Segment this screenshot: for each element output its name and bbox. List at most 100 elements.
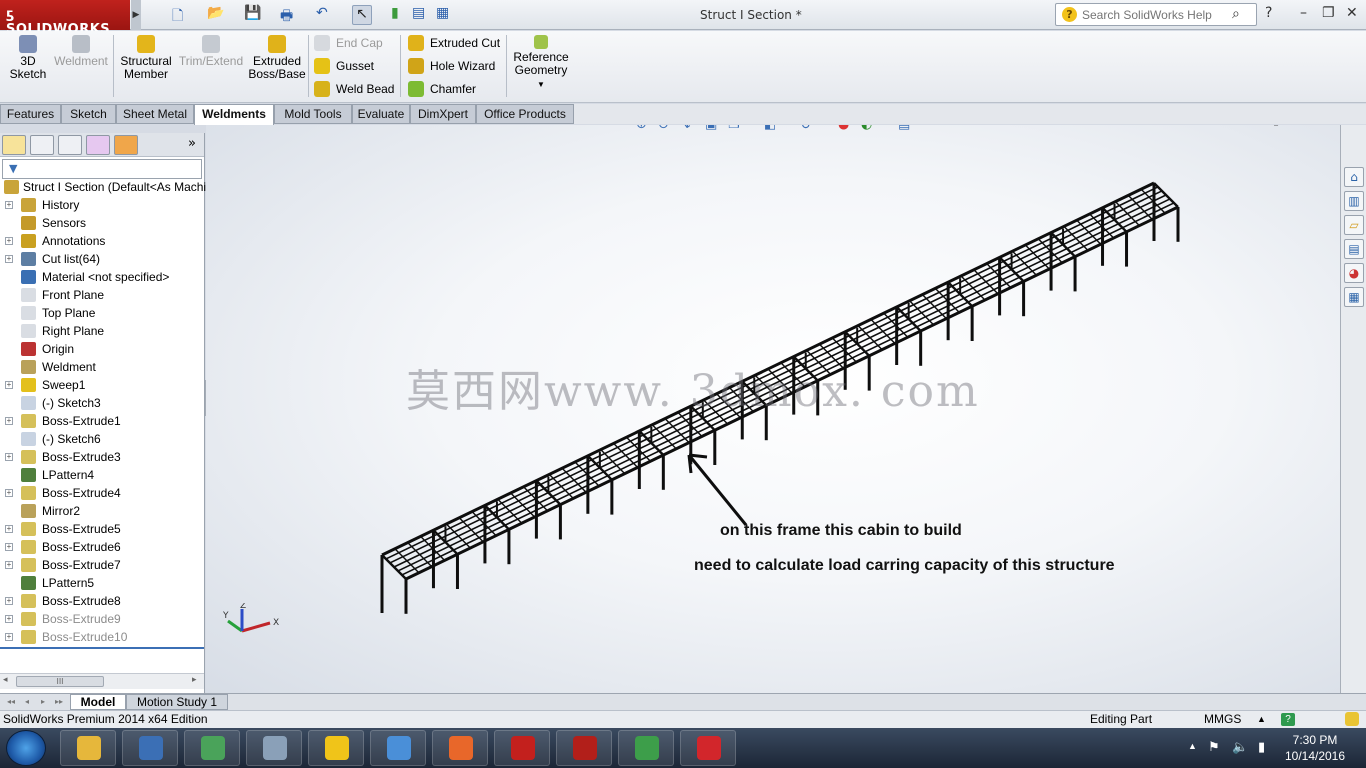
tree-item[interactable]: (-) Sketch6 <box>0 430 204 448</box>
expand-icon[interactable]: + <box>5 381 13 389</box>
tree-item[interactable]: + Boss-Extrude9 <box>0 610 204 628</box>
custom-properties-icon[interactable]: ▦ <box>1344 287 1364 307</box>
taskbar-calculator[interactable] <box>246 730 302 766</box>
tree-item[interactable]: + Boss-Extrude4 <box>0 484 204 502</box>
minimize-window-icon[interactable]: – <box>1300 5 1307 21</box>
scroll-left-icon[interactable]: ◂ <box>3 675 8 685</box>
gusset-button[interactable]: Gusset <box>312 56 374 76</box>
solidworks-logo[interactable]: ƽ SOLIDWORKS <box>0 0 130 37</box>
open-document-icon[interactable]: 📂 <box>207 5 224 25</box>
help-icon[interactable]: ? <box>1265 5 1272 21</box>
tab-motion-study-1[interactable]: Motion Study 1 <box>126 694 228 710</box>
tree-item[interactable]: Origin <box>0 340 204 358</box>
search-icon[interactable]: ⌕ <box>1232 6 1240 22</box>
expand-icon[interactable]: + <box>5 597 13 605</box>
battery-icon[interactable]: ▮ <box>1258 739 1265 755</box>
tree-item[interactable]: + Cut list(64) <box>0 250 204 268</box>
expand-icon[interactable]: + <box>5 633 13 641</box>
expand-icon[interactable]: + <box>5 543 13 551</box>
new-document-icon[interactable]: 🗋 <box>172 5 183 25</box>
expand-panel-icon[interactable]: » <box>188 136 196 151</box>
tree-item[interactable]: + Boss-Extrude10 <box>0 628 204 646</box>
taskbar-adobe-app[interactable] <box>494 730 550 766</box>
taskbar-firefox[interactable] <box>432 730 488 766</box>
taskbar-3ds-launcher[interactable] <box>122 730 178 766</box>
tab-office-products[interactable]: Office Products <box>476 104 574 124</box>
feature-manager-tab-icon[interactable] <box>2 135 26 155</box>
show-hidden-icons-icon[interactable]: ▲ <box>1188 741 1197 751</box>
tree-root[interactable]: Struct I Section (Default<As Machined>) <box>0 178 237 196</box>
tree-item[interactable]: + Sweep1 <box>0 376 204 394</box>
dimxpert-manager-tab-icon[interactable] <box>86 135 110 155</box>
action-center-flag-icon[interactable]: ⚑ <box>1208 739 1220 755</box>
expand-icon[interactable]: + <box>5 417 13 425</box>
restore-window-icon[interactable]: ❐ <box>1322 5 1335 21</box>
volume-icon[interactable]: 🔈 <box>1232 739 1248 755</box>
rebuild-status-icon[interactable] <box>1345 712 1359 726</box>
last-tab-icon[interactable]: ▸▸ <box>52 695 66 709</box>
tree-item[interactable]: + Annotations <box>0 232 204 250</box>
search-input[interactable] <box>1082 7 1230 22</box>
tree-item[interactable]: + Boss-Extrude1 <box>0 412 204 430</box>
extruded-boss-base-button[interactable]: Extruded Boss/Base <box>248 35 306 81</box>
tree-item[interactable]: LPattern4 <box>0 466 204 484</box>
tab-evaluate[interactable]: Evaluate <box>352 104 410 124</box>
tree-item[interactable]: (-) Sketch3 <box>0 394 204 412</box>
menu-expand-arrow[interactable]: ▶ <box>131 0 141 30</box>
scroll-right-icon[interactable]: ▸ <box>192 675 197 685</box>
expand-icon[interactable]: + <box>5 453 13 461</box>
design-library-icon[interactable]: ▥ <box>1344 191 1364 211</box>
file-properties-icon[interactable]: ▤ <box>412 5 425 25</box>
expand-icon[interactable]: + <box>5 561 13 569</box>
taskbar-file-explorer[interactable] <box>60 730 116 766</box>
save-icon[interactable]: 💾 <box>244 5 261 25</box>
tree-item[interactable]: + History <box>0 196 204 214</box>
extruded-cut-button[interactable]: Extruded Cut <box>406 33 500 53</box>
tab-weldments[interactable]: Weldments <box>194 104 274 125</box>
expand-icon[interactable]: + <box>5 615 13 623</box>
tab-sheet-metal[interactable]: Sheet Metal <box>116 104 194 124</box>
trim-extend-button[interactable]: Trim/Extend <box>178 35 244 68</box>
taskbar-acrobat-app[interactable] <box>556 730 612 766</box>
taskbar-chrome[interactable] <box>618 730 674 766</box>
tree-item[interactable]: + Boss-Extrude7 <box>0 556 204 574</box>
weldment-button[interactable]: Weldment <box>52 35 110 68</box>
tab-sketch[interactable]: Sketch <box>61 104 116 124</box>
tree-filter[interactable]: ▼ <box>2 159 202 179</box>
end-cap-button[interactable]: End Cap <box>312 33 383 53</box>
tree-item[interactable]: Mirror2 <box>0 502 204 520</box>
view-palette-icon[interactable]: ▤ <box>1344 239 1364 259</box>
3d-sketch-button[interactable]: 3D Sketch <box>6 35 50 81</box>
tree-item[interactable]: + Boss-Extrude5 <box>0 520 204 538</box>
tab-model[interactable]: Model <box>70 694 126 710</box>
taskbar-paint-app[interactable] <box>370 730 426 766</box>
prev-tab-icon[interactable]: ◂ <box>20 695 34 709</box>
unit-system-arrow-icon[interactable]: ▲ <box>1257 711 1266 728</box>
help-status-icon[interactable]: ? <box>1281 713 1295 726</box>
select-pointer-icon[interactable]: ↖ <box>352 5 372 25</box>
close-window-icon[interactable]: ✕ <box>1346 5 1358 21</box>
options-icon[interactable]: ▦ <box>436 5 449 25</box>
expand-icon[interactable]: + <box>5 255 13 263</box>
rebuild-icon[interactable]: ▮ <box>391 5 399 25</box>
next-tab-icon[interactable]: ▸ <box>36 695 50 709</box>
file-explorer-icon[interactable]: ▱ <box>1344 215 1364 235</box>
expand-icon[interactable]: + <box>5 201 13 209</box>
tree-item[interactable]: Material <not specified> <box>0 268 204 286</box>
tab-features[interactable]: Features <box>0 104 61 124</box>
expand-icon[interactable]: + <box>5 525 13 533</box>
graphics-area[interactable]: ⊕ ⊙ ↯ ▣ ❒ ◧ ♁ ◕ ◐ ▤ ▭ ▯ – ❐ ✕ 莫西网www. 3d… <box>206 125 1340 693</box>
panel-horizontal-scrollbar[interactable]: ◂ III ▸ <box>0 673 204 689</box>
tree-item[interactable]: + Boss-Extrude8 <box>0 592 204 610</box>
tree-item[interactable]: Weldment <box>0 358 204 376</box>
hole-wizard-button[interactable]: Hole Wizard <box>406 56 495 76</box>
rollback-bar[interactable] <box>0 647 204 649</box>
tree-item[interactable]: + Boss-Extrude3 <box>0 448 204 466</box>
tree-item[interactable]: + Boss-Extrude6 <box>0 538 204 556</box>
chamfer-button[interactable]: Chamfer <box>406 79 476 99</box>
display-manager-tab-icon[interactable] <box>114 135 138 155</box>
windows-start-button[interactable] <box>6 730 46 766</box>
taskbar-image-viewer[interactable] <box>184 730 240 766</box>
taskbar-solidworks-app[interactable] <box>680 730 736 766</box>
reference-geometry-button[interactable]: Reference Geometry ▼ <box>512 35 570 91</box>
